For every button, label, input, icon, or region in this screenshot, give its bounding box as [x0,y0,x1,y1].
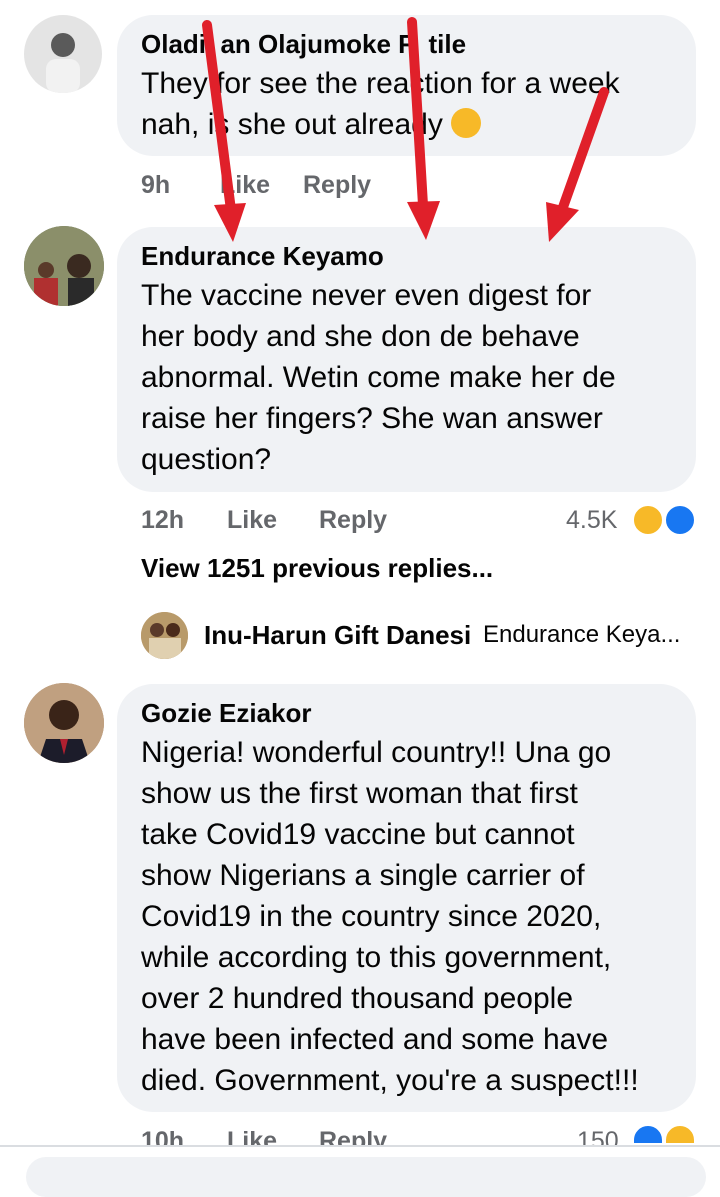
comment-actions: 12h Like Reply [141,503,541,537]
like-button[interactable]: Like [227,503,277,537]
profile-photo [141,612,188,659]
comment-input[interactable] [26,1157,706,1197]
avatar[interactable] [24,15,102,93]
profile-photo [24,683,104,763]
reply-avatar [141,612,188,659]
comment-bubble: Endurance Keyamo The vaccine never even … [117,227,696,492]
view-previous-replies-link[interactable]: View 1251 previous replies... [141,553,493,584]
comment-time: 9h [141,171,171,199]
comment-author[interactable]: Endurance Keyamo [141,241,672,271]
comment-bubble: Gozie Eziakor Nigeria! wonderful country… [117,684,696,1112]
like-reaction-icon [632,1124,664,1145]
reaction-count[interactable]: 150 [577,1124,619,1145]
haha-reaction-icon [664,1124,696,1145]
reaction-count[interactable]: 4.5K [566,503,617,537]
profile-photo [24,226,104,306]
reply-button[interactable]: Reply [319,503,387,537]
comment-bubble: Oladi an Olajumoke F tile They for see t… [117,15,696,156]
avatar[interactable] [24,683,104,763]
like-reaction-icon [664,504,696,536]
reply-button[interactable]: Reply [319,1124,387,1145]
latest-reply-preview[interactable]: Inu-Harun Gift Danesi Endurance Keya... [141,612,701,659]
comment-author[interactable]: Oladi an Olajumoke F tile [141,29,672,59]
comment-actions: 10h Like Reply [141,1124,541,1145]
comment-author[interactable]: Gozie Eziakor [141,698,672,728]
divider [0,1145,720,1147]
comment-text: They for see the reaction for a week nah… [141,67,620,141]
comment-actions: 9h Like Reply [141,168,541,202]
like-button[interactable]: Like [227,1124,277,1145]
comment-time: 12h [141,506,185,534]
reply-text: Endurance Keya... [483,621,681,648]
like-button[interactable]: Like [220,168,270,202]
astonished-emoji-icon [451,108,482,138]
haha-reaction-icon [632,504,664,536]
reply-author[interactable]: Inu-Harun Gift Danesi [204,620,471,651]
avatar[interactable] [24,226,104,306]
profile-photo [46,33,80,93]
reply-button[interactable]: Reply [303,168,371,202]
comment-time: 10h [141,1127,185,1145]
comment-text: Nigeria! wonderful country!! Una go show… [141,736,639,1097]
comment-text: The vaccine never even digest for her bo… [141,279,616,476]
